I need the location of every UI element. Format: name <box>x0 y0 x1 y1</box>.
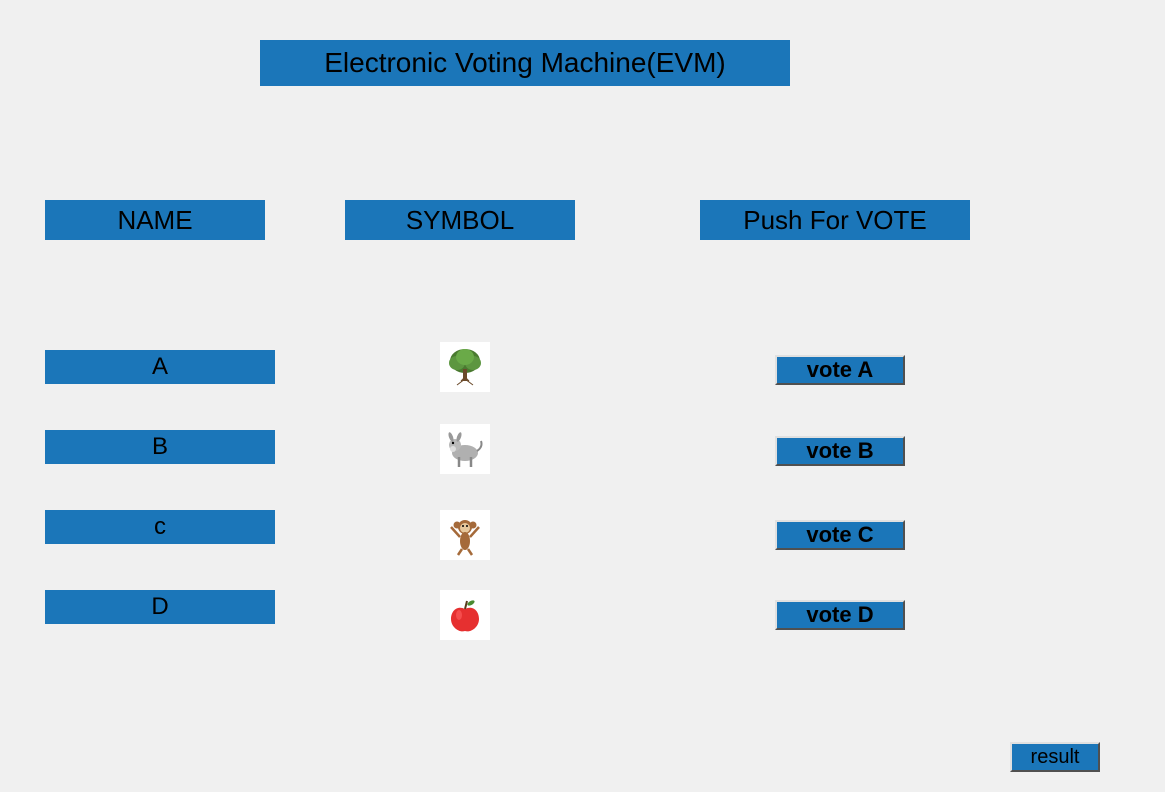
candidate-name-d: D <box>45 590 275 624</box>
app-title: Electronic Voting Machine(EVM) <box>260 40 790 86</box>
candidate-symbol-a <box>440 342 490 392</box>
vote-button-b[interactable]: vote B <box>775 436 905 466</box>
candidate-name-c: c <box>45 510 275 544</box>
result-button[interactable]: result <box>1010 742 1100 772</box>
name-column-header: NAME <box>45 200 265 240</box>
monkey-icon <box>443 513 487 557</box>
tree-icon <box>443 345 487 389</box>
apple-icon <box>443 593 487 637</box>
symbol-column-header: SYMBOL <box>345 200 575 240</box>
vote-button-c[interactable]: vote C <box>775 520 905 550</box>
candidate-name-a: A <box>45 350 275 384</box>
candidate-symbol-c <box>440 510 490 560</box>
vote-column-header: Push For VOTE <box>700 200 970 240</box>
candidate-symbol-d <box>440 590 490 640</box>
candidate-symbol-b <box>440 424 490 474</box>
candidate-name-b: B <box>45 430 275 464</box>
donkey-icon <box>443 427 487 471</box>
vote-button-d[interactable]: vote D <box>775 600 905 630</box>
vote-button-a[interactable]: vote A <box>775 355 905 385</box>
